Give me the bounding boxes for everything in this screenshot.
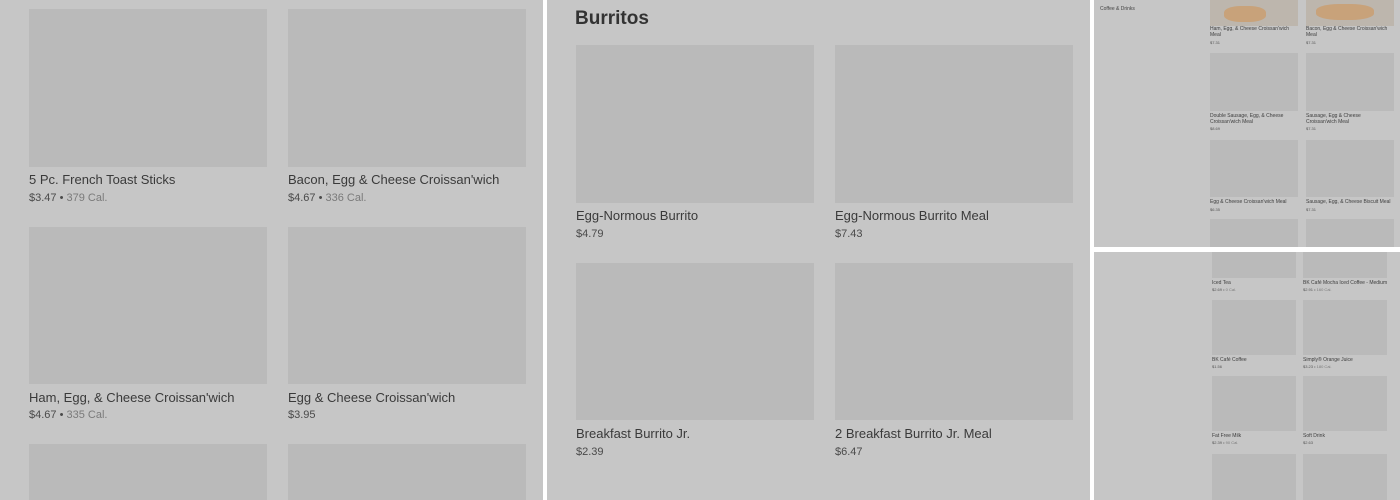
item-price: $8.69: [1210, 126, 1221, 131]
item-name[interactable]: Ham, Egg, & Cheese Croissan'wich: [29, 390, 235, 405]
item-image[interactable]: [1303, 252, 1387, 278]
item-price: $1.56: [1212, 364, 1223, 369]
item-image[interactable]: [1306, 0, 1394, 26]
item-price: $7.31: [1306, 207, 1317, 212]
item-image[interactable]: [288, 444, 526, 500]
item-price: $4.67 • 335 Cal.: [29, 409, 108, 421]
item-image[interactable]: [1212, 376, 1296, 431]
item-price: $3.95: [288, 409, 316, 421]
item-name[interactable]: Ham, Egg, & Cheese Croissan'wich Meal: [1210, 26, 1296, 38]
item-name[interactable]: Bacon, Egg & Cheese Croissan'wich Meal: [1306, 26, 1394, 38]
item-price: $3.47 • 379 Cal.: [29, 192, 108, 204]
item-name[interactable]: Egg-Normous Burrito: [576, 208, 698, 223]
item-image[interactable]: [1303, 376, 1387, 431]
item-image[interactable]: [1212, 454, 1296, 500]
item-image[interactable]: [1212, 300, 1296, 355]
item-image[interactable]: [1210, 219, 1298, 247]
item-price: $7.43: [835, 228, 863, 240]
item-price: $2.63: [1303, 440, 1314, 445]
item-name[interactable]: 5 Pc. French Toast Sticks: [29, 172, 175, 187]
item-image[interactable]: [1306, 53, 1394, 111]
item-name[interactable]: Egg & Cheese Croissan'wich Meal: [1210, 199, 1296, 205]
item-price: $3.23 • 180 Cal.: [1303, 364, 1332, 369]
item-price: $2.91 • 160 Cal.: [1303, 287, 1332, 292]
item-name[interactable]: Egg-Normous Burrito Meal: [835, 208, 989, 223]
item-image[interactable]: [1210, 53, 1298, 111]
menu-panel-drinks: Iced Tea $2.69 • 0 Cal. BK Café Mocha Ic…: [1094, 252, 1400, 500]
menu-panel-burritos: Burritos Egg-Normous Burrito $4.79 Egg-N…: [547, 0, 1090, 500]
item-name[interactable]: Bacon, Egg & Cheese Croissan'wich: [288, 172, 499, 187]
item-image[interactable]: [29, 9, 267, 167]
item-image[interactable]: [29, 227, 267, 384]
item-name[interactable]: BK Café Mocha Iced Coffee - Medium: [1303, 280, 1387, 286]
item-price: $4.67 • 336 Cal.: [288, 192, 367, 204]
item-image[interactable]: [1210, 140, 1298, 197]
item-name[interactable]: Sausage, Egg & Cheese Croissan'wich Meal: [1306, 113, 1392, 125]
item-name[interactable]: Soft Drink: [1303, 433, 1325, 439]
item-image[interactable]: [835, 263, 1073, 420]
item-price: $7.31: [1210, 40, 1221, 45]
section-title: Burritos: [575, 8, 649, 29]
item-price: $7.31: [1306, 40, 1317, 45]
category-link[interactable]: Coffee & Drinks: [1100, 6, 1135, 12]
item-image[interactable]: [1306, 140, 1394, 197]
item-price: $2.39 • 90 Cal.: [1212, 440, 1239, 445]
item-name[interactable]: Sausage, Egg, & Cheese Biscuit Meal: [1306, 199, 1394, 205]
item-price: $6.47: [835, 446, 863, 458]
item-name[interactable]: Double Sausage, Egg, & Cheese Croissan'w…: [1210, 113, 1296, 125]
item-name[interactable]: Simply® Orange Juice: [1303, 357, 1353, 363]
item-name[interactable]: Iced Tea: [1212, 280, 1231, 286]
item-image[interactable]: [1303, 300, 1387, 355]
item-image[interactable]: [288, 9, 526, 167]
item-name[interactable]: BK Café Coffee: [1212, 357, 1247, 363]
menu-panel-meals: Coffee & Drinks Ham, Egg, & Cheese Crois…: [1094, 0, 1400, 247]
item-name[interactable]: Fat Free Milk: [1212, 433, 1241, 439]
item-image[interactable]: [576, 45, 814, 203]
item-name[interactable]: Breakfast Burrito Jr.: [576, 426, 690, 441]
item-price: $4.79: [576, 228, 604, 240]
item-name[interactable]: 2 Breakfast Burrito Jr. Meal: [835, 426, 992, 441]
item-price: $2.69 • 0 Cal.: [1212, 287, 1237, 292]
item-name[interactable]: Egg & Cheese Croissan'wich: [288, 390, 455, 405]
item-image[interactable]: [1210, 0, 1298, 26]
item-price: $6.35: [1210, 207, 1221, 212]
menu-panel-breakfast: 5 Pc. French Toast Sticks $3.47 • 379 Ca…: [0, 0, 543, 500]
item-image[interactable]: [288, 227, 526, 384]
item-price: $2.39: [576, 446, 604, 458]
item-image[interactable]: [1306, 219, 1394, 247]
item-image[interactable]: [835, 45, 1073, 203]
item-image[interactable]: [1303, 454, 1387, 500]
item-image[interactable]: [1212, 252, 1296, 278]
item-image[interactable]: [576, 263, 814, 420]
item-price: $7.31: [1306, 126, 1317, 131]
item-image[interactable]: [29, 444, 267, 500]
